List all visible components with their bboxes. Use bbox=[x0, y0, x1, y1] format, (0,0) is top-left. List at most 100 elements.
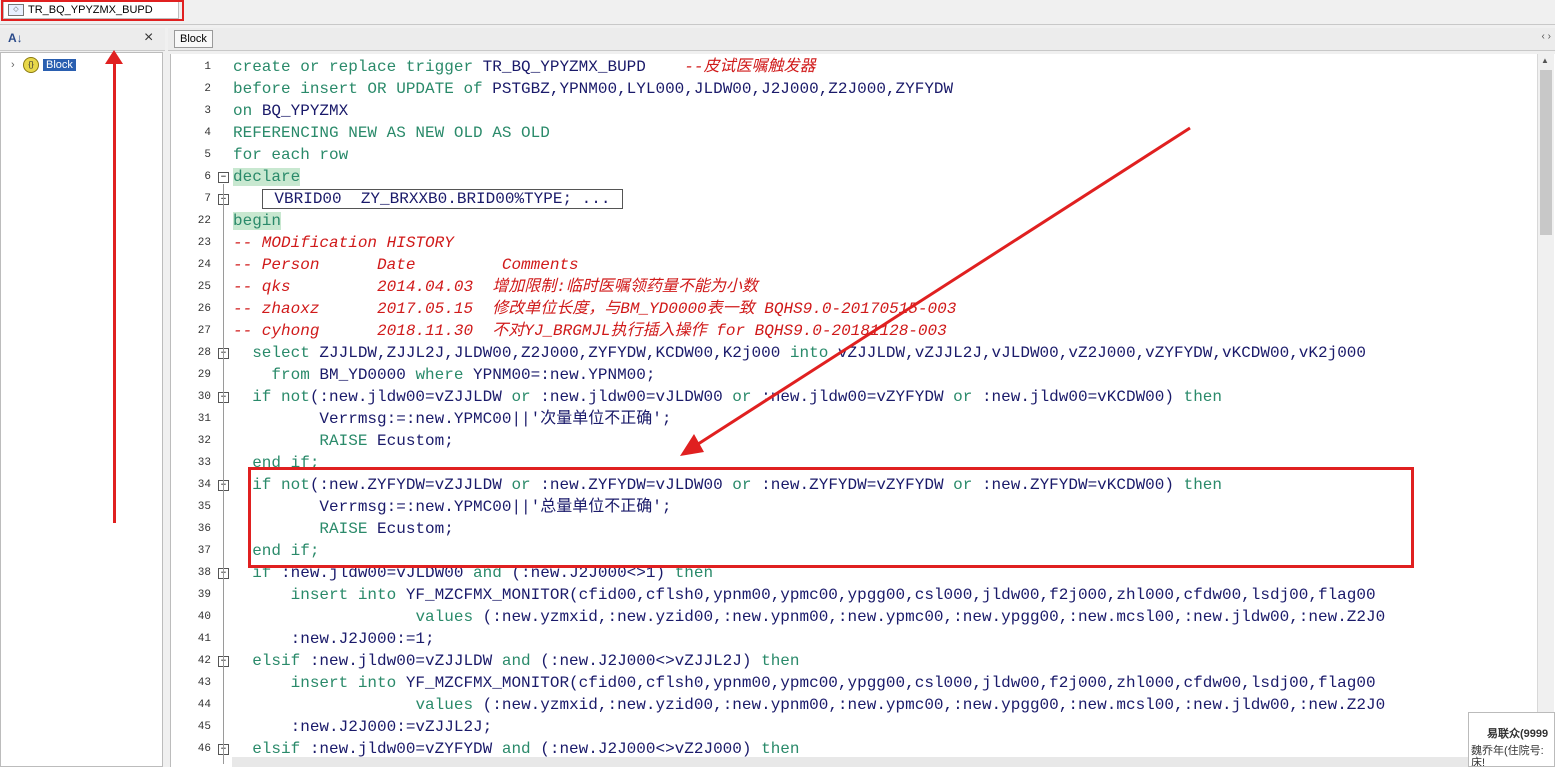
chevron-right-icon[interactable]: › bbox=[11, 59, 23, 71]
popup-text: 魏乔年(住院号: 床! bbox=[1471, 745, 1544, 767]
tree-item-label: Block bbox=[43, 59, 76, 71]
code-token: where bbox=[415, 366, 474, 384]
tab-nav-arrows-icon[interactable]: ‹ › bbox=[1542, 31, 1551, 42]
code-line[interactable]: elsif :new.jldw00=vZJJLDW and (:new.J2J0… bbox=[233, 650, 799, 672]
code-line[interactable]: :new.J2J000:=1; bbox=[233, 628, 435, 650]
code-token: vZJJLDW,vZJJL2J,vJLDW00,vZ2J000,vZYFYDW,… bbox=[837, 344, 1367, 362]
code-token: and bbox=[501, 652, 541, 670]
code-token: BQ_YPYZMX bbox=[261, 102, 349, 120]
collapse-icon[interactable]: − bbox=[218, 172, 229, 183]
code-line[interactable]: -- MODification HISTORY bbox=[233, 232, 454, 254]
line-number: 33 bbox=[197, 457, 211, 469]
editor-header: Block ‹ › bbox=[168, 28, 1555, 51]
code-line[interactable]: values (:new.yzmxid,:new.yzid00,:new.ypn… bbox=[233, 606, 1385, 628]
code-line[interactable]: before insert OR UPDATE of PSTGBZ,YPNM00… bbox=[233, 78, 953, 100]
line-number: 2 bbox=[204, 83, 211, 95]
code-line[interactable]: create or replace trigger TR_BQ_YPYZMX_B… bbox=[233, 56, 816, 78]
code-line[interactable]: -- qks 2014.04.03 增加限制:临时医嘱领药量不能为小数 bbox=[233, 276, 758, 298]
tab-block[interactable]: Block bbox=[174, 30, 213, 48]
line-number: 4 bbox=[204, 127, 211, 139]
code-highlight-annotation bbox=[248, 467, 1414, 568]
code-line[interactable]: for each row bbox=[233, 144, 348, 166]
code-line[interactable]: begin bbox=[233, 210, 282, 232]
code-token: (:new.J2J000<>vZ2J000) bbox=[540, 740, 762, 758]
code-line[interactable]: RAISE Ecustom; bbox=[233, 430, 454, 452]
code-token: :new.J2J000:=1; bbox=[233, 630, 435, 648]
line-number: 25 bbox=[197, 281, 211, 293]
line-number: 35 bbox=[197, 501, 211, 513]
code-token: (:new.jldw00=vZJJLDW bbox=[309, 388, 512, 406]
line-number: 32 bbox=[197, 435, 211, 447]
code-token: or bbox=[953, 388, 982, 406]
tree-item-block[interactable]: › {} Block bbox=[11, 57, 76, 73]
line-number: 30 bbox=[197, 391, 211, 403]
code-token: if not bbox=[233, 388, 310, 406]
code-token: :new.jldw00=vJLDW00 bbox=[540, 388, 733, 406]
scrollbar-thumb[interactable] bbox=[1540, 70, 1552, 235]
line-number: 7 bbox=[204, 193, 211, 205]
code-line[interactable]: Verrmsg:=:new.YPMC00||'次量单位不正确'; bbox=[233, 408, 671, 430]
code-token: Verrmsg:=:new.YPMC00||'次量单位不正确'; bbox=[233, 410, 672, 428]
code-token: -- Person Date Comments bbox=[233, 256, 579, 274]
object-tree-panel: › {} Block bbox=[0, 52, 163, 767]
line-number: 24 bbox=[197, 259, 211, 271]
line-number: 27 bbox=[197, 325, 211, 337]
code-token: Ecustom; bbox=[377, 432, 454, 450]
sort-icon[interactable]: A↓ bbox=[8, 31, 23, 45]
code-line[interactable]: insert into YF_MZCFMX_MONITOR(cfid00,cfl… bbox=[233, 584, 1376, 606]
code-line[interactable]: VBRID00 ZY_BRXXB0.BRID00%TYPE; ... bbox=[233, 188, 624, 210]
code-token: YPNM00=:new.YPNM00; bbox=[473, 366, 656, 384]
code-token: (:new.yzmxid,:new.yzid00,:new.ypnm00,:ne… bbox=[482, 608, 1386, 626]
code-token: BM_YD0000 bbox=[319, 366, 416, 384]
scroll-up-icon[interactable]: ▲ bbox=[1541, 56, 1549, 65]
line-number: 26 bbox=[197, 303, 211, 315]
popup-title: 易联众(9999 bbox=[1487, 728, 1549, 740]
line-number: 23 bbox=[197, 237, 211, 249]
code-token: create or replace trigger bbox=[233, 58, 483, 76]
code-line[interactable]: on BQ_YPYZMX bbox=[233, 100, 348, 122]
code-line[interactable]: declare bbox=[233, 166, 301, 188]
line-number: 1 bbox=[204, 61, 211, 73]
horizontal-scrollbar[interactable] bbox=[232, 757, 1537, 767]
document-tab-strip: ◇ TR_BQ_YPYZMX_BUPD bbox=[0, 0, 1555, 25]
vertical-scrollbar[interactable]: ▲ bbox=[1537, 54, 1554, 767]
close-icon[interactable]: × bbox=[144, 29, 153, 47]
code-line[interactable]: :new.J2J000:=vZJJL2J; bbox=[233, 716, 493, 738]
code-token: values bbox=[415, 608, 483, 626]
code-line[interactable]: select ZJJLDW,ZJJL2J,JLDW00,Z2J000,ZYFYD… bbox=[233, 342, 1366, 364]
notification-popup[interactable]: 易联众(9999 魏乔年(住院号: 床! bbox=[1468, 712, 1555, 767]
code-token: --皮试医嘱触发器 bbox=[645, 58, 816, 76]
code-token: begin bbox=[233, 212, 282, 230]
code-token: -- qks 2014.04.03 增加限制:临时医嘱领药量不能为小数 bbox=[233, 278, 758, 296]
line-number: 22 bbox=[197, 215, 211, 227]
code-token: then bbox=[761, 740, 800, 758]
code-line[interactable]: -- cyhong 2018.11.30 不对YJ_BRGMJL执行插入操作 f… bbox=[233, 320, 947, 342]
code-line[interactable]: values (:new.yzmxid,:new.yzid00,:new.ypn… bbox=[233, 694, 1385, 716]
code-token: then bbox=[1183, 388, 1222, 406]
tab-highlight-annotation bbox=[1, 0, 184, 21]
code-line[interactable]: -- Person Date Comments bbox=[233, 254, 579, 276]
code-editor[interactable]: 1 2 3 4 5 6 7 22 23 24 25 26 27 28 29 30 31 32 33 34 35 36 37 3… bbox=[170, 54, 1555, 767]
code-token: on bbox=[233, 102, 262, 120]
line-number: 31 bbox=[197, 413, 211, 425]
line-number: 6 bbox=[204, 171, 211, 183]
line-number: 5 bbox=[204, 149, 211, 161]
code-line[interactable]: if not(:new.jldw00=vZJJLDW or :new.jldw0… bbox=[233, 386, 1222, 408]
code-line[interactable]: REFERENCING NEW AS NEW OLD AS OLD bbox=[233, 122, 550, 144]
code-line[interactable]: -- zhaoxz 2017.05.15 修改单位长度，与BM_YD0000表一… bbox=[233, 298, 956, 320]
code-token: YF_MZCFMX_MONITOR(cfid00,cflsh0,ypnm00,y… bbox=[405, 674, 1376, 692]
code-line[interactable]: insert into YF_MZCFMX_MONITOR(cfid00,cfl… bbox=[233, 672, 1376, 694]
line-number: 41 bbox=[197, 633, 211, 645]
line-number: 39 bbox=[197, 589, 211, 601]
code-token: PSTGBZ,YPNM00,LYL000,JLDW00,J2J000,Z2J00… bbox=[492, 80, 954, 98]
code-line[interactable]: from BM_YD0000 where YPNM00=:new.YPNM00; bbox=[233, 364, 655, 386]
code-token: :new.jldw00=vZJJLDW bbox=[309, 652, 502, 670]
line-number-gutter: 1 2 3 4 5 6 7 22 23 24 25 26 27 28 29 30 31 32 33 34 35 36 37 3… bbox=[171, 54, 215, 767]
code-area[interactable]: create or replace trigger TR_BQ_YPYZMX_B… bbox=[233, 54, 1538, 767]
line-number: 38 bbox=[197, 567, 211, 579]
code-token: :new.J2J000:=vZJJL2J; bbox=[233, 718, 493, 736]
code-token: declare bbox=[233, 168, 301, 186]
